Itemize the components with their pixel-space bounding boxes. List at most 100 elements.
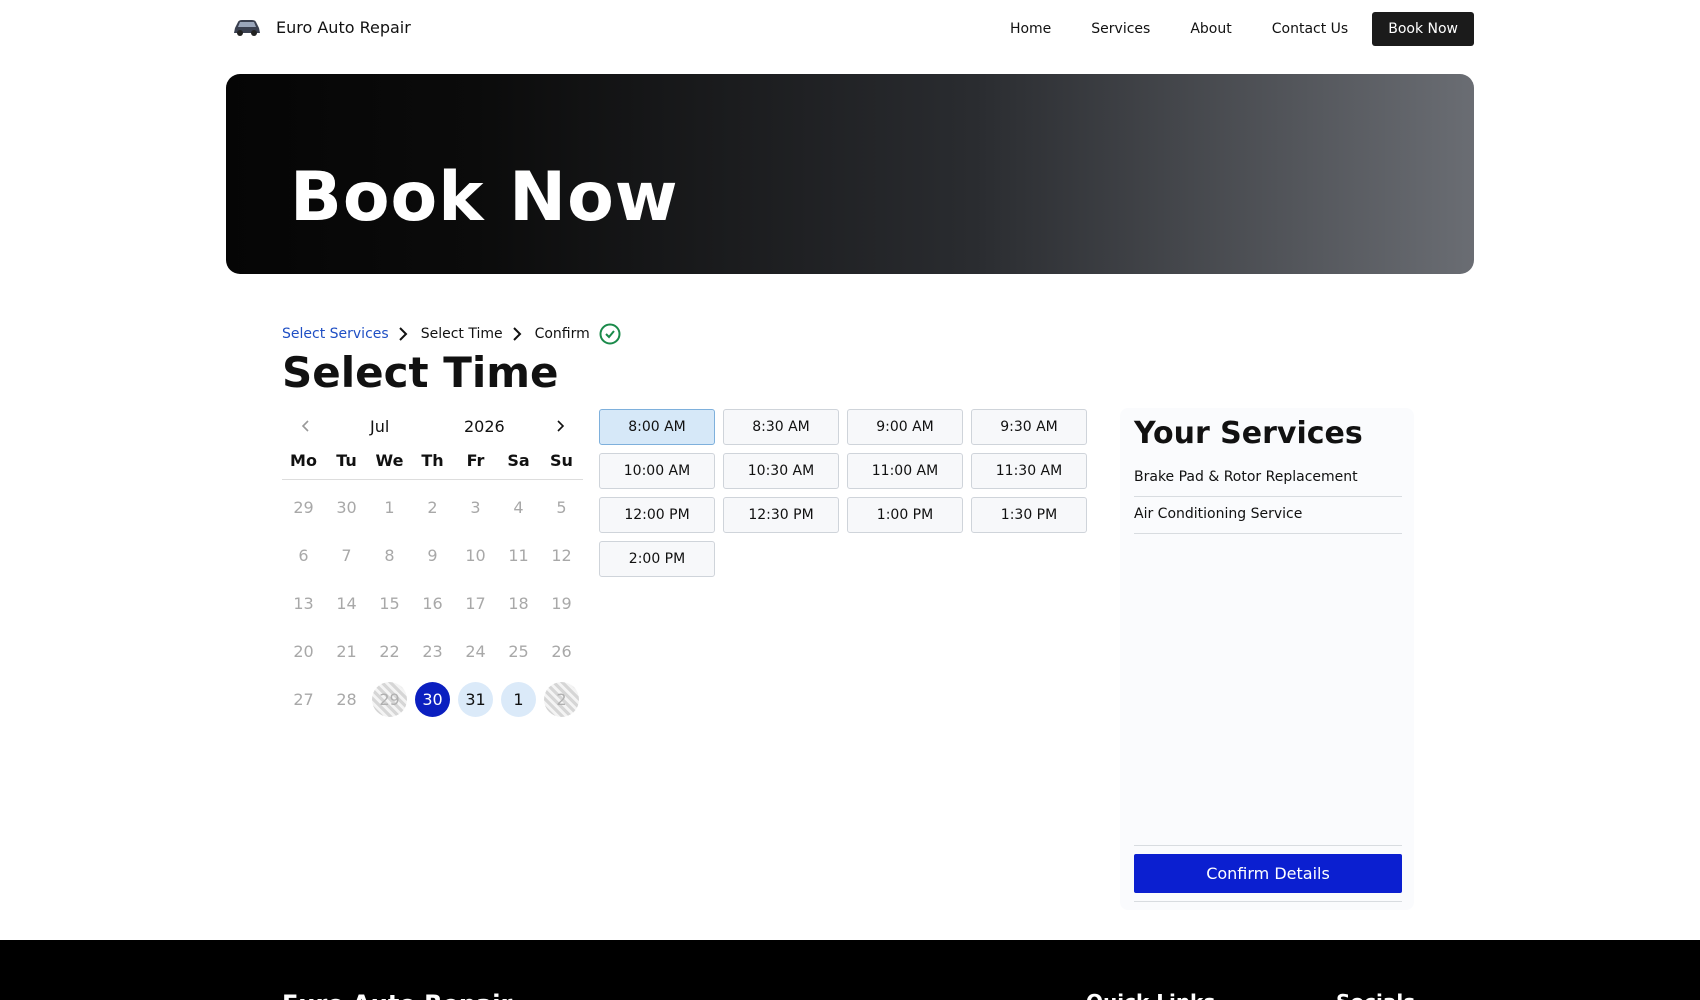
- calendar-day: 6: [282, 531, 325, 579]
- divider: [1134, 845, 1402, 846]
- hero-banner: Book Now: [226, 74, 1474, 274]
- page-title: Select Time: [282, 348, 559, 397]
- brand-name: Euro Auto Repair: [276, 17, 411, 37]
- selected-day[interactable]: 30: [411, 675, 454, 723]
- divider: [1134, 901, 1402, 902]
- calendar-day: 15: [368, 579, 411, 627]
- calendar-day-number: 22: [379, 641, 400, 661]
- calendar-day: 5: [540, 483, 583, 531]
- calendar-month[interactable]: Jul: [370, 417, 389, 436]
- calendar-day-number: 5: [556, 497, 567, 517]
- calendar-day: 12: [540, 531, 583, 579]
- calendar-day-number: 3: [470, 497, 481, 517]
- calendar-day-number: 1: [501, 681, 536, 717]
- footer-socials-title: Socials: [1336, 990, 1415, 1000]
- calendar-day-number: 29: [372, 681, 407, 717]
- calendar-day: 30: [325, 483, 368, 531]
- calendar-day: 23: [411, 627, 454, 675]
- service-list: Brake Pad & Rotor Replacement Air Conditi…: [1134, 460, 1402, 534]
- time-slot[interactable]: 2:00 PM: [599, 541, 715, 577]
- chevron-right-icon[interactable]: [552, 418, 568, 434]
- weekday-label: Tu: [336, 451, 357, 470]
- calendar-day-number: 18: [508, 593, 529, 613]
- calendar-day-number: 2: [544, 681, 579, 717]
- time-slot[interactable]: 8:30 AM: [723, 409, 839, 445]
- calendar-day-number: 16: [422, 593, 443, 613]
- calendar-day-number: 31: [458, 681, 493, 717]
- nav-link-services[interactable]: Services: [1091, 12, 1150, 46]
- calendar-day: 19: [540, 579, 583, 627]
- calendar-day: 24: [454, 627, 497, 675]
- calendar-day: 11: [497, 531, 540, 579]
- check-circle-icon: [599, 323, 621, 345]
- time-slot-selected[interactable]: 8:00 AM: [599, 409, 715, 445]
- weekday-label: Th: [421, 451, 444, 470]
- time-slot[interactable]: 10:00 AM: [599, 453, 715, 489]
- calendar-day: 9: [411, 531, 454, 579]
- service-item: Air Conditioning Service: [1134, 497, 1402, 534]
- time-slot[interactable]: 10:30 AM: [723, 453, 839, 489]
- calendar-day-number: 1: [384, 497, 395, 517]
- weekday-label: We: [375, 451, 404, 470]
- calendar-day-number: 30: [336, 497, 357, 517]
- time-slot[interactable]: 9:00 AM: [847, 409, 963, 445]
- footer-brand: Euro Auto Repair: [282, 990, 512, 1000]
- calendar-day: 18: [497, 579, 540, 627]
- calendar-day-number: 9: [427, 545, 438, 565]
- calendar-day-number: 7: [341, 545, 352, 565]
- footer: Euro Auto Repair Quick Links Socials: [0, 940, 1700, 1000]
- chevron-left-icon[interactable]: [298, 418, 314, 434]
- weekday-label: Sa: [507, 451, 530, 470]
- calendar-day-number: 25: [508, 641, 529, 661]
- book-now-button[interactable]: Book Now: [1372, 12, 1474, 46]
- calendar-day: 14: [325, 579, 368, 627]
- calendar-day: 21: [325, 627, 368, 675]
- calendar-day-number: 23: [422, 641, 443, 661]
- time-slot[interactable]: 1:00 PM: [847, 497, 963, 533]
- chevron-right-icon: [398, 327, 408, 341]
- calendar-day-number: 15: [379, 593, 400, 613]
- calendar-day: 25: [497, 627, 540, 675]
- brand[interactable]: Euro Auto Repair: [232, 16, 411, 38]
- nav-link-home[interactable]: Home: [1010, 12, 1051, 46]
- time-slot[interactable]: 9:30 AM: [971, 409, 1087, 445]
- weekday-label: Mo: [290, 451, 317, 470]
- calendar-day-number: 28: [336, 689, 357, 709]
- breadcrumb: Select Services Select Time Confirm: [282, 323, 621, 345]
- step-select-time: Select Time: [420, 326, 503, 342]
- calendar-day-number: 21: [336, 641, 357, 661]
- time-slot[interactable]: 11:00 AM: [847, 453, 963, 489]
- calendar-day: 3: [454, 483, 497, 531]
- footer-quick-links-title: Quick Links: [1086, 990, 1215, 1000]
- nav-links: Home Services About Contact Us Book Now: [1010, 12, 1474, 46]
- calendar-day[interactable]: 1: [497, 675, 540, 723]
- date-picker: Jul 2026 Mo Tu We Th Fr Sa Su 29 30 1 2 3 4 5 6 7 8 9 10 1…: [282, 410, 583, 723]
- time-slot[interactable]: 12:00 PM: [599, 497, 715, 533]
- calendar-day: 4: [497, 483, 540, 531]
- confirm-details-button[interactable]: Confirm Details: [1134, 854, 1402, 893]
- calendar-day: 26: [540, 627, 583, 675]
- nav-link-contact[interactable]: Contact Us: [1272, 12, 1348, 46]
- calendar-day-number: 8: [384, 545, 395, 565]
- calendar-year[interactable]: 2026: [464, 417, 505, 436]
- calendar-day: 20: [282, 627, 325, 675]
- calendar-day: 13: [282, 579, 325, 627]
- time-slot[interactable]: 11:30 AM: [971, 453, 1087, 489]
- services-summary-panel: Your Services Brake Pad & Rotor Replacem…: [1120, 408, 1414, 910]
- nav-link-about[interactable]: About: [1190, 12, 1231, 46]
- calendar-day: 1: [368, 483, 411, 531]
- calendar-day: 29: [368, 675, 411, 723]
- calendar-day: 2: [540, 675, 583, 723]
- calendar-day-number: 12: [551, 545, 572, 565]
- calendar-day: 16: [411, 579, 454, 627]
- calendar-day-number: 27: [293, 689, 314, 709]
- calendar-day[interactable]: 31: [454, 675, 497, 723]
- calendar-header: Jul 2026: [282, 410, 583, 444]
- calendar-day-number: 6: [298, 545, 309, 565]
- time-slot[interactable]: 1:30 PM: [971, 497, 1087, 533]
- hero-title: Book Now: [290, 158, 679, 237]
- calendar-day: 8: [368, 531, 411, 579]
- time-slot[interactable]: 12:30 PM: [723, 497, 839, 533]
- calendar-day-number: 30: [415, 681, 450, 717]
- step-select-services[interactable]: Select Services: [282, 326, 389, 342]
